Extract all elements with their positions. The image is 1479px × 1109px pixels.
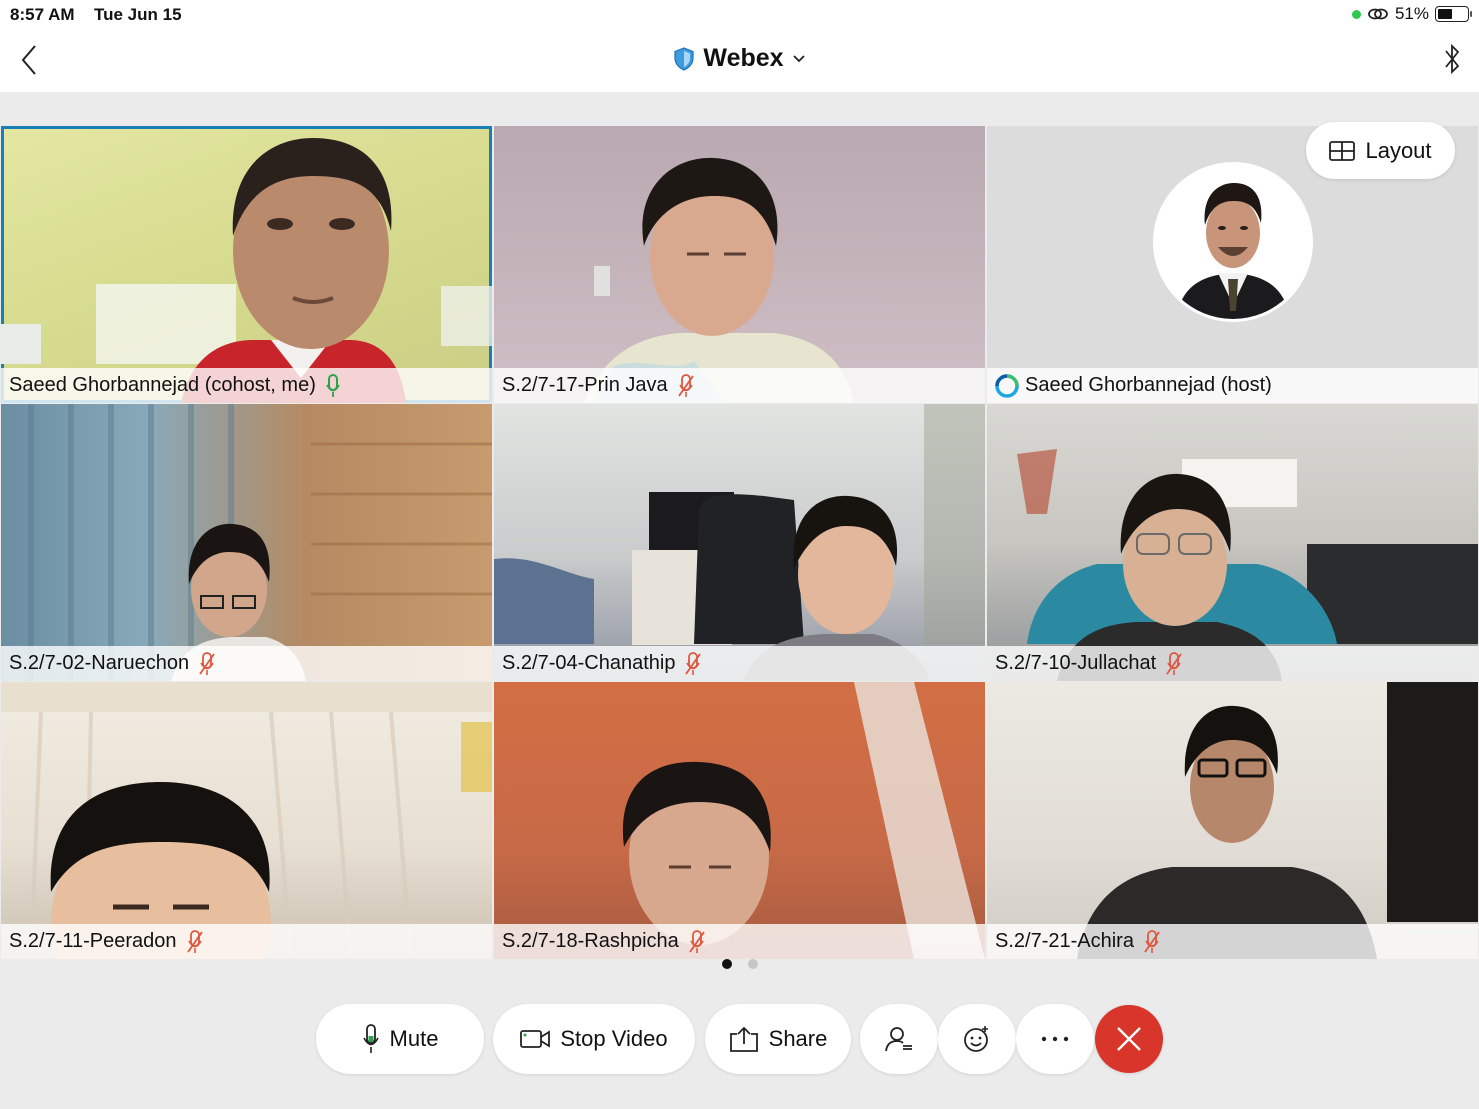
page-dot-1[interactable] bbox=[721, 959, 732, 969]
participant-name: Saeed Ghorbannejad (host) bbox=[1025, 374, 1272, 396]
video-camera-icon bbox=[520, 1030, 551, 1048]
grid-layout-icon bbox=[1329, 140, 1356, 161]
participant-name-bar: S.2/7-11-Peeradon bbox=[1, 924, 492, 959]
camera-in-use-icon bbox=[1351, 9, 1361, 19]
share-button[interactable]: Share bbox=[705, 1004, 851, 1074]
microphone-muted-icon bbox=[1144, 929, 1160, 953]
participants-button[interactable] bbox=[860, 1004, 938, 1074]
webex-logo-icon bbox=[995, 373, 1019, 398]
participant-name: S.2/7-10-Jullachat bbox=[995, 652, 1157, 674]
participant-name: S.2/7-02-Naruechon bbox=[9, 652, 190, 674]
microphone-on-icon bbox=[326, 373, 340, 397]
participant-name-bar: Saeed Ghorbannejad (host) bbox=[987, 368, 1478, 403]
status-indicators: 51% bbox=[1351, 4, 1472, 24]
meeting-controls: Mute Stop Video Share bbox=[0, 1004, 1479, 1074]
status-time: 8:57 AM bbox=[10, 5, 75, 24]
video-tile-self[interactable]: Saeed Ghorbannejad (cohost, me) bbox=[1, 126, 492, 403]
participant-video bbox=[1, 682, 492, 959]
participant-name-bar: S.2/7-17-Prin Java bbox=[494, 368, 985, 403]
participant-name: S.2/7-17-Prin Java bbox=[502, 374, 668, 396]
layout-button[interactable]: Layout bbox=[1306, 122, 1455, 179]
page-title: Webex bbox=[703, 44, 784, 72]
participant-name-bar: S.2/7-10-Jullachat bbox=[987, 646, 1478, 681]
microphone-muted-icon bbox=[199, 651, 215, 675]
participant-name-bar: Saeed Ghorbannejad (cohost, me) bbox=[1, 368, 492, 403]
participant-video bbox=[494, 404, 985, 681]
video-tile[interactable]: S.2/7-17-Prin Java bbox=[494, 126, 985, 403]
avatar-photo bbox=[1156, 165, 1310, 319]
chevron-down-icon bbox=[792, 54, 805, 62]
participant-name: S.2/7-04-Chanathip bbox=[502, 652, 676, 674]
bluetooth-icon bbox=[1445, 43, 1460, 75]
microphone-muted-icon bbox=[186, 929, 203, 953]
participant-name-bar: S.2/7-18-Rashpicha bbox=[494, 924, 985, 959]
bluetooth-button[interactable] bbox=[1443, 42, 1461, 81]
participant-video bbox=[622, 682, 985, 959]
battery-percent: 51% bbox=[1394, 4, 1429, 23]
video-tile[interactable]: S.2/7-21-Achira bbox=[987, 682, 1478, 959]
battery-icon bbox=[1435, 6, 1472, 22]
stop-video-label: Stop Video bbox=[560, 1026, 668, 1051]
microphone-muted-icon bbox=[689, 929, 705, 953]
microphone-muted-icon bbox=[677, 373, 694, 397]
video-tile[interactable]: S.2/7-04-Chanathip bbox=[494, 404, 985, 681]
stop-video-button[interactable]: Stop Video bbox=[493, 1004, 695, 1074]
microphone-muted-icon bbox=[685, 651, 702, 675]
participant-name: S.2/7-11-Peeradon bbox=[9, 930, 177, 952]
participant-name: S.2/7-21-Achira bbox=[995, 930, 1134, 952]
more-icon bbox=[1041, 1036, 1069, 1042]
participant-video bbox=[1, 138, 492, 403]
video-tile[interactable]: S.2/7-02-Naruechon bbox=[1, 404, 492, 681]
reactions-button[interactable] bbox=[938, 1004, 1016, 1074]
participant-name: Saeed Ghorbannejad (cohost, me) bbox=[9, 374, 316, 396]
page-indicator bbox=[0, 959, 1479, 969]
mute-label: Mute bbox=[389, 1026, 439, 1051]
status-bar: 8:57 AM Tue Jun 15 51% bbox=[0, 0, 1479, 28]
participant-video bbox=[584, 157, 854, 403]
microphone-muted-icon bbox=[1166, 651, 1182, 675]
share-icon bbox=[729, 1026, 758, 1052]
share-label: Share bbox=[768, 1026, 828, 1051]
participant-video bbox=[28, 404, 492, 681]
participant-name: S.2/7-18-Rashpicha bbox=[502, 930, 679, 952]
participant-name-bar: S.2/7-04-Chanathip bbox=[494, 646, 985, 681]
emoji-icon bbox=[964, 1026, 988, 1052]
video-tile[interactable]: S.2/7-11-Peeradon bbox=[1, 682, 492, 959]
close-icon bbox=[1117, 1027, 1141, 1051]
meeting-title-dropdown[interactable]: Webex bbox=[0, 44, 1479, 73]
participant-name-bar: S.2/7-02-Naruechon bbox=[1, 646, 492, 681]
status-date: Tue Jun 15 bbox=[94, 5, 182, 24]
video-tile[interactable]: S.2/7-10-Jullachat bbox=[987, 404, 1478, 681]
participants-icon bbox=[885, 1027, 912, 1052]
mute-button[interactable]: Mute bbox=[316, 1004, 484, 1074]
leave-meeting-button[interactable] bbox=[1095, 1005, 1163, 1073]
video-grid: Saeed Ghorbannejad (cohost, me) S.2/7-17… bbox=[0, 125, 1479, 959]
video-tile[interactable]: S.2/7-18-Rashpicha bbox=[494, 682, 985, 959]
layout-label: Layout bbox=[1365, 137, 1432, 163]
top-bar: Webex bbox=[0, 28, 1479, 92]
page-dot-2[interactable] bbox=[747, 959, 758, 969]
participant-name-bar: S.2/7-21-Achira bbox=[987, 924, 1478, 959]
participant-video bbox=[1017, 449, 1478, 681]
avatar bbox=[1153, 162, 1313, 322]
shield-icon bbox=[674, 46, 695, 71]
microphone-icon bbox=[362, 1024, 379, 1053]
more-options-button[interactable] bbox=[1016, 1004, 1094, 1074]
participant-video bbox=[1077, 682, 1478, 959]
link-icon bbox=[1368, 8, 1388, 20]
